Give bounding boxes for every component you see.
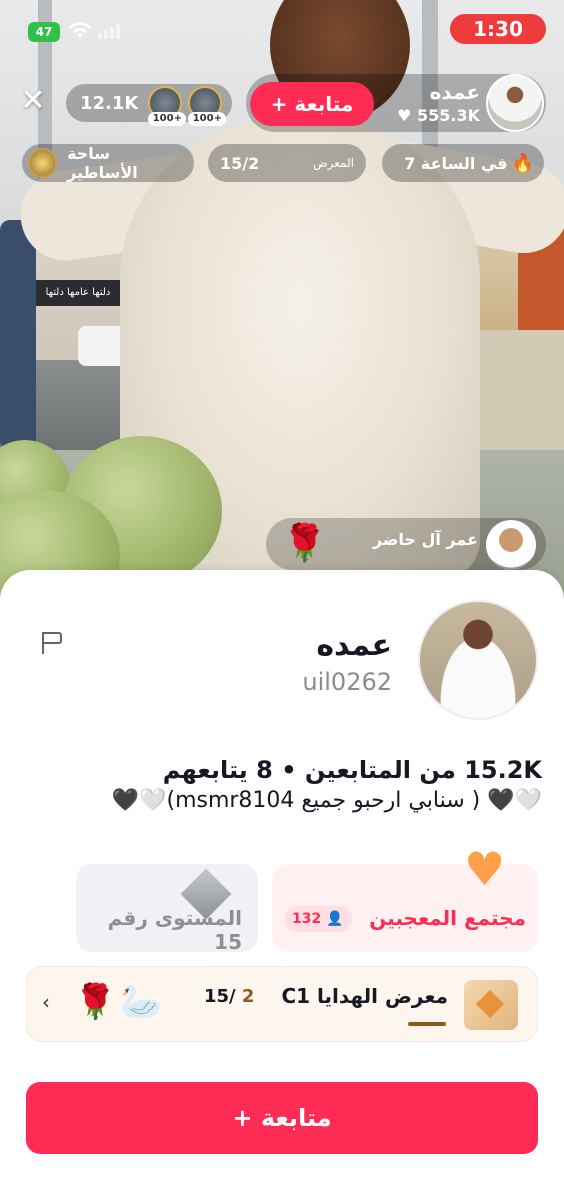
host-avatar[interactable] (486, 74, 544, 132)
rank-label: 7 في الساعة (404, 153, 508, 173)
flame-icon: 🔥 (511, 152, 534, 174)
gift-sender-name: عمر آل حاضر (372, 530, 478, 549)
status-bar: 47 1:30 (0, 0, 564, 60)
fan-club-count: 132 👤 (284, 906, 352, 932)
hourly-rank-chip[interactable]: 7 في الساعة 🔥 (382, 144, 544, 182)
profile-avatar[interactable] (418, 600, 538, 720)
level-label: المستوى رقم 15 (107, 906, 242, 954)
viewer-badge: 100+ (188, 112, 227, 126)
top-viewer-avatar[interactable]: 100+ (148, 86, 187, 126)
crest-icon (28, 148, 58, 178)
follower-stats: 15.2K من المتابعين • 8 يتابعهم (162, 756, 542, 784)
wifi-icon (68, 20, 92, 42)
viewer-count: 12.1K (80, 92, 139, 114)
gift-gallery-progress: 15/ 2 (204, 986, 255, 1007)
gift-gallery-bar (408, 1022, 446, 1026)
profile-username: uil0262 (302, 668, 392, 696)
gallery-label: المعرض (313, 156, 354, 170)
host-name: عمده (429, 80, 480, 104)
heart-icon: ♥ (464, 842, 506, 896)
viewer-list[interactable]: 12.1K 100+ 100+ (66, 84, 233, 126)
viewer-badge: 100+ (148, 112, 187, 126)
gallery-progress: 15/2 (220, 153, 260, 173)
follow-host-button[interactable]: + متابعة (250, 82, 374, 126)
person-icon: 👤 (326, 911, 344, 927)
clock: 1:30 (450, 14, 546, 44)
gallery-chip[interactable]: 15/2 المعرض (208, 144, 366, 182)
top-viewer-avatar[interactable]: 100+ (188, 86, 227, 126)
battery-indicator: 47 (28, 22, 60, 42)
gift-gallery-label: C1 معرض الهدايا (281, 984, 448, 1008)
rose-gift-icon: 🌹 (74, 982, 117, 1022)
swan-gift-icon: 🦢 (120, 982, 163, 1022)
fan-club-label: مجتمع المعجبين (369, 906, 526, 930)
follow-button[interactable]: + متابعة (26, 1082, 538, 1154)
gift-gallery-badge (464, 980, 518, 1030)
fan-count-value: 132 (292, 911, 322, 927)
flag-icon[interactable] (40, 630, 66, 656)
host-likes: ♥ 555.3K (380, 106, 480, 125)
heart-small-icon: ♥ (397, 106, 412, 125)
close-icon[interactable]: ✕ (18, 86, 48, 116)
profile-bio: 🤍🖤 ( سنابي ارحبو جميع msmr8104)🤍🖤 (111, 788, 542, 813)
host-likes-count: 555.3K (416, 106, 480, 125)
legends-label: ساحة الأساطير (67, 144, 138, 182)
passerby (0, 220, 36, 450)
shop-sign: دلتها عامها دلتها (28, 280, 128, 306)
signal-icon (98, 24, 120, 39)
rose-gift-icon: 🌹 (282, 523, 327, 564)
gift-sender-avatar (486, 520, 536, 570)
chevron-left-icon[interactable]: ‹ (42, 990, 50, 1014)
legends-chip[interactable]: ساحة الأساطير (22, 144, 194, 182)
profile-name: عمده (316, 628, 392, 663)
